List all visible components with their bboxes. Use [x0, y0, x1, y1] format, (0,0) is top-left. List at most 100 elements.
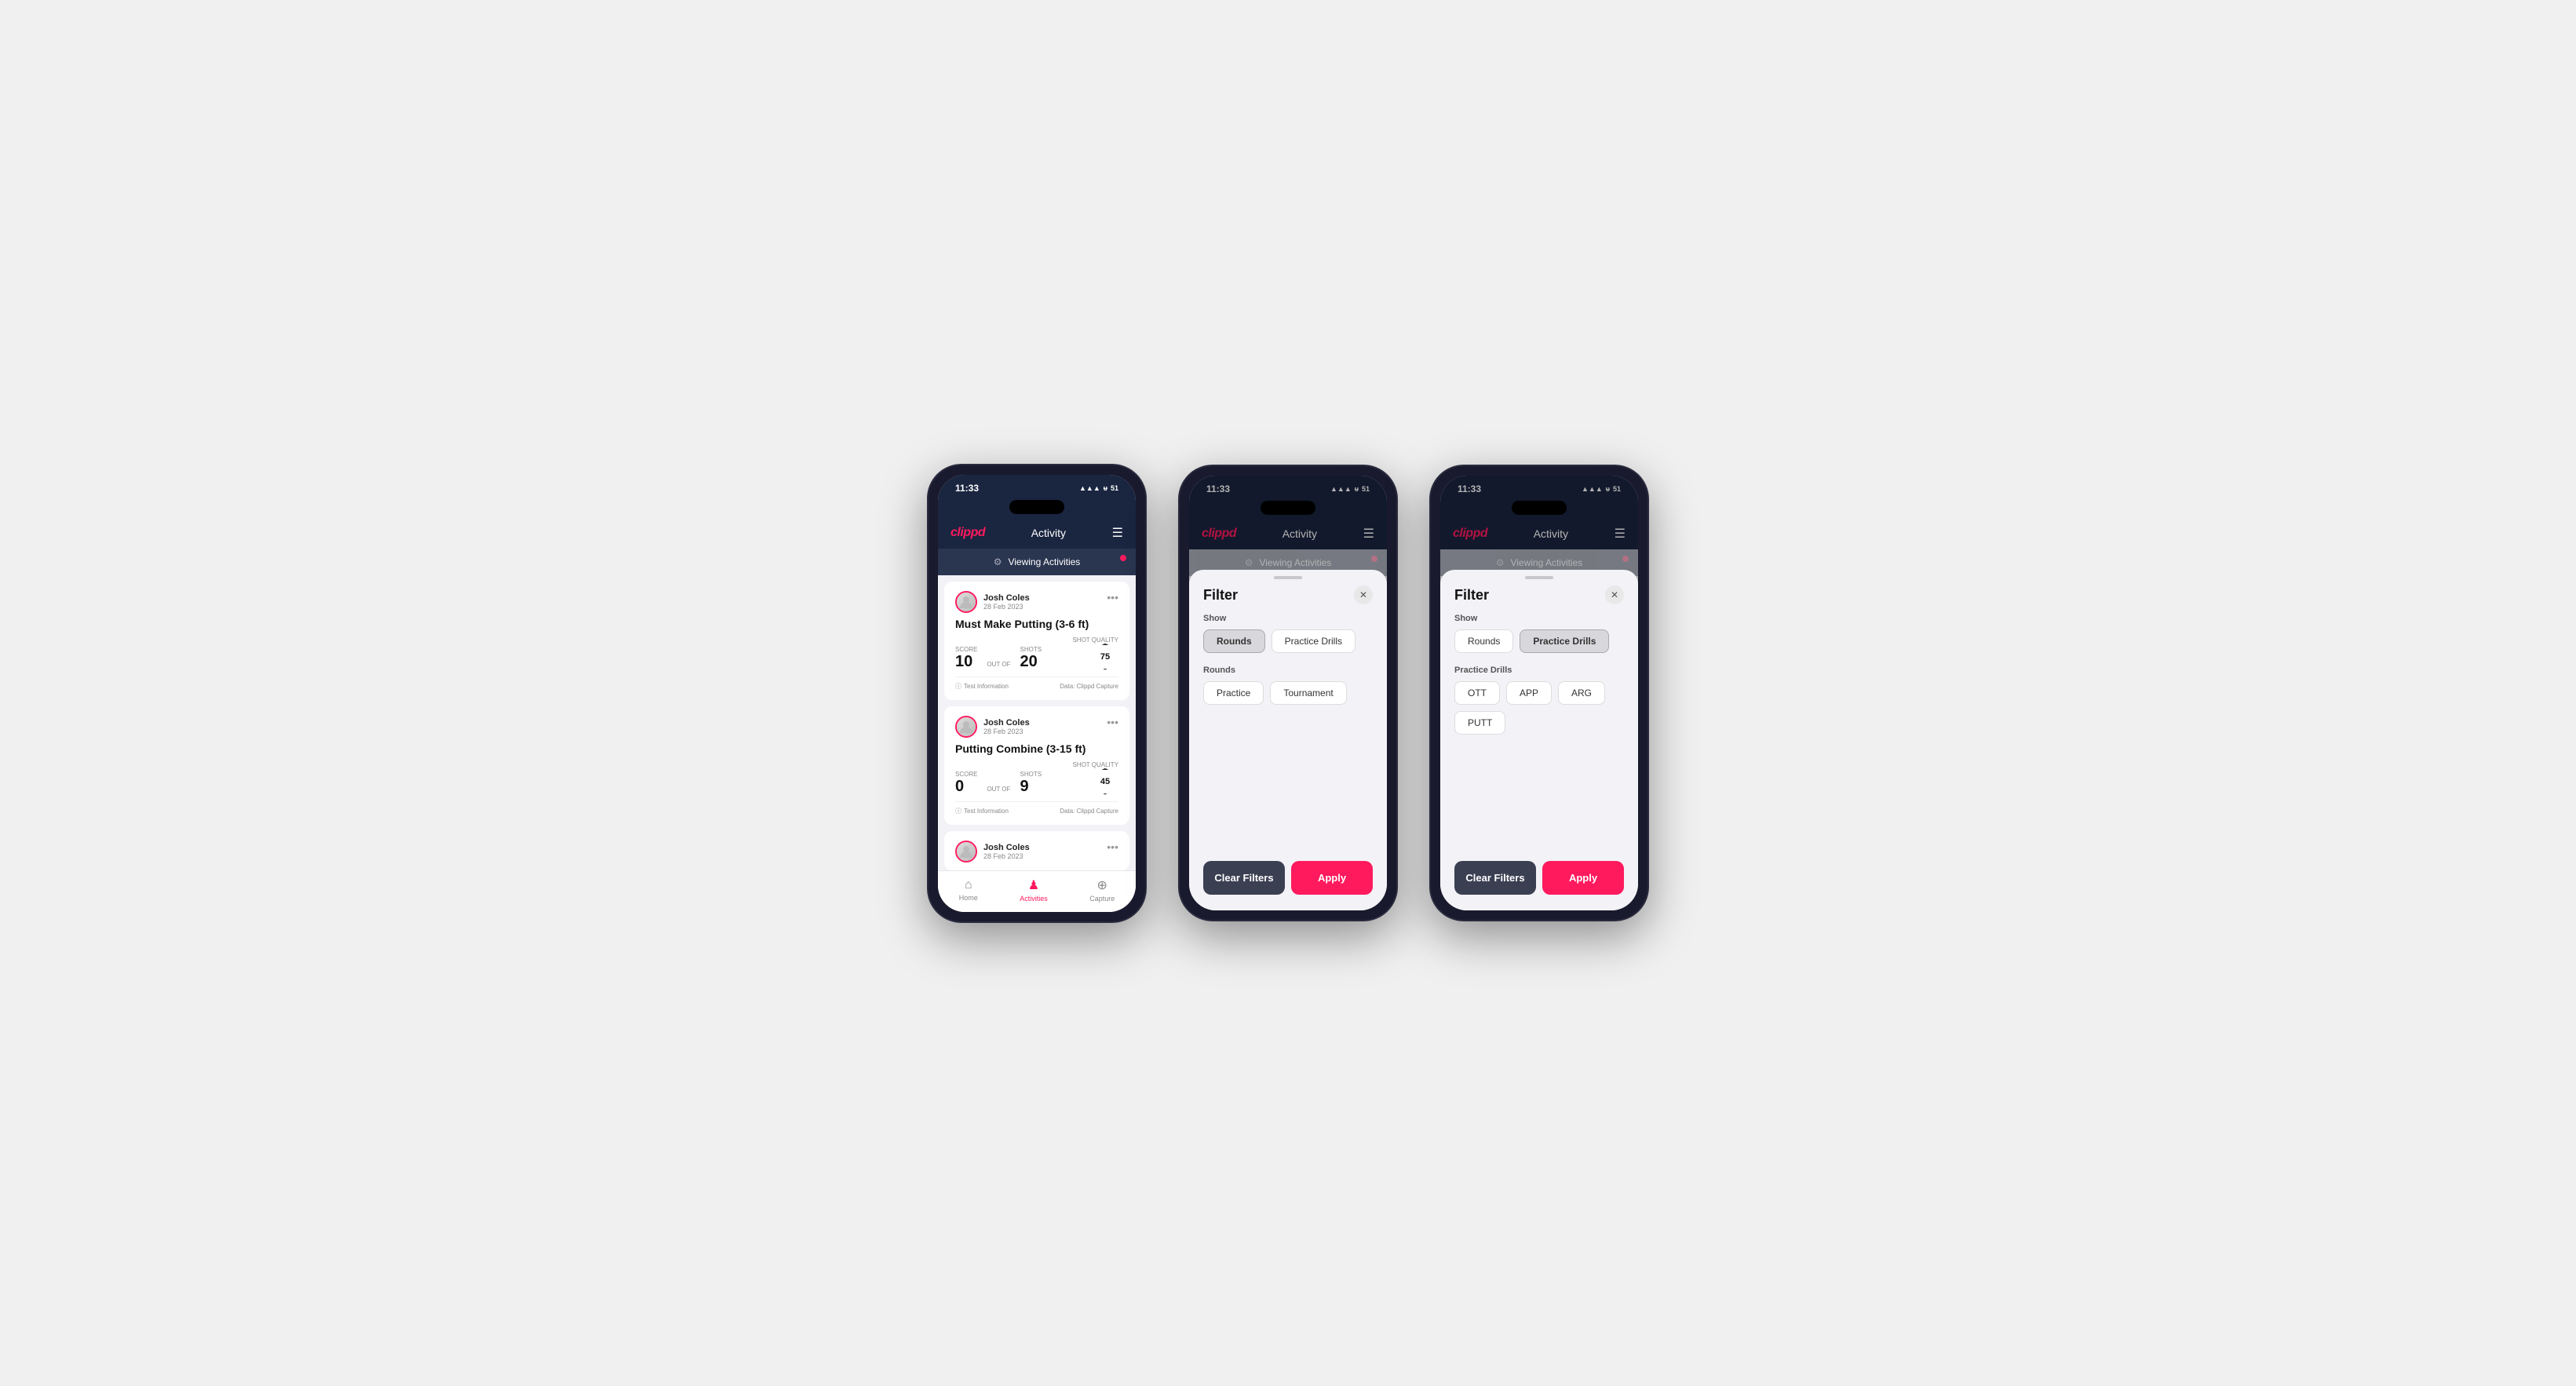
capture-label-1: Capture: [1089, 895, 1115, 903]
out-of-1: OUT OF: [987, 661, 1010, 668]
quality-badge-2: 45: [1092, 768, 1118, 795]
status-bar-1: 11:33 ▲▲▲ ᵾ 51: [938, 475, 1136, 498]
user-date-3: 28 Feb 2023: [983, 852, 1030, 860]
user-name-3: Josh Coles: [983, 843, 1030, 852]
nav-home-1[interactable]: ⌂ Home: [959, 878, 978, 902]
card-footer-2: ⓘ Test Information Data: Clippd Capture: [955, 801, 1118, 815]
more-btn-1[interactable]: •••: [1107, 591, 1118, 604]
avatar-2: [955, 716, 977, 738]
score-label-2: Score: [955, 771, 977, 778]
test-info-1: ⓘ Test Information: [955, 682, 1009, 691]
avatar-1: [955, 591, 977, 613]
quality-group-2: Shot Quality 45: [1072, 761, 1118, 795]
avatar-inner-3: [957, 842, 976, 861]
phone-2: 11:33 ▲▲▲ ᵾ 51 clippd Activity ☰ ⚙ Viewi…: [1178, 465, 1398, 921]
phone-3: 11:33 ▲▲▲ ᵾ 51 clippd Activity ☰ ⚙ Viewi…: [1429, 465, 1649, 921]
clear-filters-btn-2[interactable]: Clear Filters: [1203, 861, 1285, 895]
handle-bar-3: [1525, 576, 1553, 579]
user-info-3: Josh Coles 28 Feb 2023: [955, 841, 1030, 863]
score-value-1: 10: [955, 653, 977, 670]
data-source-1: Data: Clippd Capture: [1060, 683, 1118, 690]
score-group-2: Score 0: [955, 771, 977, 795]
user-details-1: Josh Coles 28 Feb 2023: [983, 593, 1030, 611]
card-header-3: Josh Coles 28 Feb 2023 •••: [955, 841, 1118, 863]
activity-card-2: Josh Coles 28 Feb 2023 ••• Putting Combi…: [944, 706, 1129, 825]
modal-footer-2: Clear Filters Apply: [1189, 848, 1387, 910]
user-info-2: Josh Coles 28 Feb 2023: [955, 716, 1030, 738]
menu-icon-1[interactable]: ☰: [1112, 525, 1123, 541]
avatar-inner-2: [957, 717, 976, 736]
quality-group-1: Shot Quality 75: [1072, 636, 1118, 670]
modal-title-3: Filter: [1454, 587, 1489, 604]
capture-icon-1: ⊕: [1097, 877, 1107, 893]
activities-icon-1: ♟: [1028, 877, 1039, 893]
arg-btn-3[interactable]: ARG: [1558, 681, 1605, 705]
putt-btn-3[interactable]: PUTT: [1454, 711, 1505, 735]
signal-icon: ▲▲▲: [1079, 484, 1100, 492]
practice-drills-show-btn-3[interactable]: Practice Drills: [1520, 629, 1609, 653]
bottom-nav-1: ⌂ Home ♟ Activities ⊕ Capture: [938, 870, 1136, 912]
shots-value-2: 9: [1020, 778, 1042, 795]
apply-btn-2[interactable]: Apply: [1291, 861, 1373, 895]
avatar-inner-1: [957, 593, 976, 611]
activities-label-1: Activities: [1020, 895, 1048, 903]
practice-btn-2[interactable]: Practice: [1203, 681, 1264, 705]
filter-icon-1: ⚙: [994, 556, 1002, 567]
modal-body-2: Show Rounds Practice Drills Rounds Pract…: [1189, 614, 1387, 848]
modal-backdrop-3: [1440, 476, 1638, 570]
home-label-1: Home: [959, 894, 978, 902]
handle-bar-2: [1274, 576, 1302, 579]
tournament-btn-2[interactable]: Tournament: [1270, 681, 1346, 705]
filter-show-section-2: Show Rounds Practice Drills: [1203, 614, 1373, 653]
card-header-2: Josh Coles 28 Feb 2023 •••: [955, 716, 1118, 738]
activity-title-2: Putting Combine (3-15 ft): [955, 742, 1118, 755]
data-source-2: Data: Clippd Capture: [1060, 808, 1118, 815]
app-btn-3[interactable]: APP: [1506, 681, 1552, 705]
more-btn-3[interactable]: •••: [1107, 841, 1118, 853]
more-btn-2[interactable]: •••: [1107, 716, 1118, 728]
dynamic-island-1: [938, 498, 1136, 517]
nav-activities-1[interactable]: ♟ Activities: [1020, 877, 1048, 903]
user-date-1: 28 Feb 2023: [983, 603, 1030, 611]
score-value-2: 0: [955, 778, 977, 795]
show-label-3: Show: [1454, 614, 1624, 623]
ott-btn-3[interactable]: OTT: [1454, 681, 1500, 705]
user-details-2: Josh Coles 28 Feb 2023: [983, 718, 1030, 735]
drills-section-label-3: Practice Drills: [1454, 666, 1624, 675]
nav-capture-1[interactable]: ⊕ Capture: [1089, 877, 1115, 903]
user-name-2: Josh Coles: [983, 718, 1030, 728]
practice-drills-show-btn-2[interactable]: Practice Drills: [1272, 629, 1356, 653]
user-name-1: Josh Coles: [983, 593, 1030, 603]
logo-1: clippd: [950, 526, 985, 540]
filter-show-section-3: Show Rounds Practice Drills: [1454, 614, 1624, 653]
time-1: 11:33: [955, 483, 979, 494]
close-btn-3[interactable]: ✕: [1605, 585, 1624, 604]
close-btn-2[interactable]: ✕: [1354, 585, 1373, 604]
drills-buttons-3: OTT APP ARG PUTT: [1454, 681, 1624, 735]
rounds-buttons-2: Practice Tournament: [1203, 681, 1373, 705]
user-info-1: Josh Coles 28 Feb 2023: [955, 591, 1030, 613]
clear-filters-btn-3[interactable]: Clear Filters: [1454, 861, 1536, 895]
show-buttons-3: Rounds Practice Drills: [1454, 629, 1624, 653]
modal-backdrop-2: [1189, 476, 1387, 570]
rounds-show-btn-2[interactable]: Rounds: [1203, 629, 1265, 653]
wifi-icon: ᵾ: [1104, 484, 1107, 492]
rounds-show-btn-3[interactable]: Rounds: [1454, 629, 1513, 653]
viewing-bar-1[interactable]: ⚙ Viewing Activities: [938, 549, 1136, 575]
card-footer-1: ⓘ Test Information Data: Clippd Capture: [955, 677, 1118, 691]
status-icons-1: ▲▲▲ ᵾ 51: [1079, 484, 1118, 492]
shots-group-1: Shots 20: [1020, 646, 1042, 670]
score-group-1: Score 10: [955, 646, 977, 670]
battery-icon: 51: [1111, 484, 1118, 492]
modal-sheet-3: Filter ✕ Show Rounds Practice Drills Pr: [1440, 570, 1638, 910]
activity-list-1: Josh Coles 28 Feb 2023 ••• Must Make Put…: [938, 575, 1136, 870]
user-date-2: 28 Feb 2023: [983, 728, 1030, 735]
filter-drills-section-3: Practice Drills OTT APP ARG PUTT: [1454, 666, 1624, 735]
phone-1: 11:33 ▲▲▲ ᵾ 51 clippd Activity ☰ ⚙ Viewi…: [927, 464, 1147, 923]
shots-value-1: 20: [1020, 653, 1042, 670]
show-buttons-2: Rounds Practice Drills: [1203, 629, 1373, 653]
apply-btn-3[interactable]: Apply: [1542, 861, 1624, 895]
activity-card-1: Josh Coles 28 Feb 2023 ••• Must Make Put…: [944, 582, 1129, 700]
modal-title-2: Filter: [1203, 587, 1238, 604]
stats-row-2: Score 0 OUT OF Shots 9 Shot Quality: [955, 761, 1118, 795]
